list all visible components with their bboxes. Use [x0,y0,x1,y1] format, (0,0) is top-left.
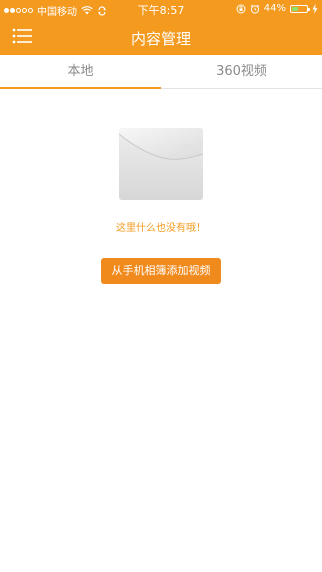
status-bar: 中国移动 下午8:57 44% [0,0,322,18]
tab-bar: 本地 360视频 [0,55,322,89]
empty-message: 这里什么也没有哦！ [116,223,206,234]
battery-fill [292,6,298,11]
status-right: 44% [236,3,318,14]
battery-percent: 44% [263,3,286,14]
screen: 中国移动 下午8:57 44% 内容管理 本地 360视频 这里什么也没有哦！ … [0,0,322,572]
tab-360-video[interactable]: 360视频 [161,55,322,89]
alarm-icon [250,4,260,14]
charging-icon [312,3,318,14]
battery-icon [290,4,310,13]
page-title: 内容管理 [130,30,191,48]
tab-local[interactable]: 本地 [0,55,161,89]
tab-indicator [0,87,161,89]
add-from-album-button[interactable]: 从手机相簿添加视频 [101,258,221,284]
nav-bar: 内容管理 [0,18,322,55]
envelope-icon [119,128,203,200]
top-bar: 中国移动 下午8:57 44% 内容管理 [0,0,322,55]
lock-rotation-icon [236,4,246,13]
